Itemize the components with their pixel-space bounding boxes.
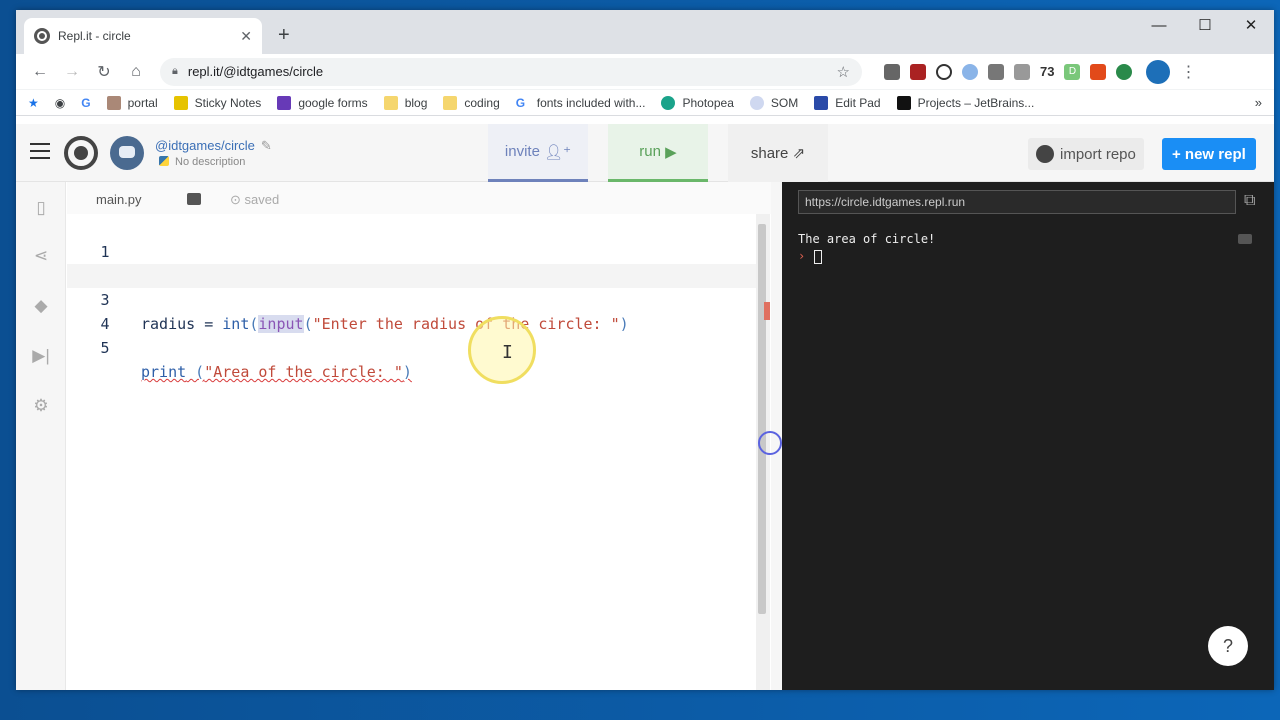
- help-button[interactable]: ?: [1208, 626, 1248, 666]
- extension-icon[interactable]: [988, 63, 1004, 80]
- lock-icon: 🔒︎: [172, 65, 178, 77]
- browser-window: Repl.it - circle ✕ + — ☐ ✕ ← → ↻ ⌂ 🔒︎ re…: [16, 10, 1274, 690]
- scrollbar-thumb[interactable]: [758, 224, 766, 614]
- close-window-icon[interactable]: ✕: [1228, 10, 1274, 42]
- code-line[interactable]: 1 print("The area of circle!"): [67, 216, 756, 285]
- version-control-icon[interactable]: ⋖: [31, 246, 51, 266]
- extension-icon[interactable]: [962, 63, 978, 80]
- new-tab-icon[interactable]: +: [278, 24, 290, 47]
- open-new-tab-icon[interactable]: ⧉: [1244, 192, 1255, 210]
- packages-icon[interactable]: ◆: [31, 296, 51, 316]
- run-button[interactable]: run ▶: [608, 124, 708, 182]
- error-marker: [764, 302, 770, 320]
- back-icon[interactable]: ←: [24, 63, 56, 81]
- drag-handle-indicator[interactable]: [758, 431, 782, 455]
- extension-icon[interactable]: [910, 63, 926, 80]
- file-format-icon[interactable]: [187, 193, 201, 205]
- tab-strip: Repl.it - circle ✕ + — ☐ ✕: [16, 10, 1274, 54]
- text-cursor-icon: I: [502, 342, 513, 363]
- bookmark-star-icon[interactable]: ☆: [837, 63, 850, 81]
- bookmark-folder[interactable]: blog: [383, 95, 427, 110]
- invite-button[interactable]: invite 👤︎⁺: [488, 124, 588, 182]
- bookmark-item[interactable]: Sticky Notes: [173, 95, 261, 110]
- bookmark-item[interactable]: Gfonts included with...: [515, 95, 645, 110]
- new-repl-button[interactable]: + new repl: [1162, 138, 1256, 170]
- code-line[interactable]: 2: [67, 240, 756, 285]
- more-menu-icon[interactable]: ⋮: [1180, 62, 1196, 82]
- profile-avatar[interactable]: [1146, 59, 1171, 84]
- bookmark-google-icon[interactable]: G: [81, 96, 90, 110]
- file-tab[interactable]: main.py: [96, 192, 142, 207]
- extension-icon[interactable]: [1116, 63, 1133, 80]
- left-sidebar: ▯ ⋖ ◆ ▶| ⚙: [16, 182, 66, 690]
- extensions-area: 73 D: [884, 63, 1133, 80]
- bookmarks-bar: ★ ◉ G portal Sticky Notes google forms b…: [16, 90, 1274, 116]
- console-output: The area of circle!: [798, 232, 936, 246]
- extension-count[interactable]: 73: [1040, 64, 1054, 79]
- editor-tabbar: main.py ⊙ saved: [67, 182, 771, 214]
- extension-icon[interactable]: D: [1064, 63, 1081, 80]
- bookmarks-star-icon[interactable]: ★: [28, 96, 39, 110]
- files-icon[interactable]: ▯: [31, 198, 51, 218]
- extension-icon[interactable]: [936, 63, 952, 80]
- python-icon: [159, 156, 169, 166]
- window-controls: — ☐ ✕: [1136, 10, 1274, 42]
- repl-header: @idtgames/circle ✎ No description invite …: [16, 124, 1274, 182]
- replit-logo-icon[interactable]: [64, 136, 98, 170]
- bookmark-item[interactable]: portal: [106, 95, 158, 110]
- reload-icon[interactable]: ↻: [88, 62, 120, 82]
- home-icon[interactable]: ⌂: [120, 63, 152, 81]
- forward-icon[interactable]: →: [56, 63, 88, 81]
- share-button[interactable]: share ⇗: [728, 124, 828, 182]
- bookmark-item[interactable]: Edit Pad: [814, 95, 881, 110]
- code-line[interactable]: 5 print ("Area of the circle: "): [67, 312, 756, 381]
- edit-pencil-icon[interactable]: ✎: [261, 138, 272, 153]
- code-text: print ("Area of the circle: "): [141, 363, 412, 381]
- console-pane[interactable]: https://circle.idtgames.repl.run ⧉ The a…: [782, 182, 1274, 690]
- repl-url-field[interactable]: https://circle.idtgames.repl.run: [798, 190, 1236, 214]
- browser-tab[interactable]: Repl.it - circle ✕: [24, 18, 262, 54]
- github-icon: [1036, 145, 1054, 163]
- console-prompt: ›: [798, 249, 806, 263]
- extension-icon[interactable]: [884, 63, 900, 80]
- user-avatar[interactable]: [110, 136, 144, 170]
- repl-name[interactable]: /circle: [221, 138, 255, 153]
- code-editor[interactable]: 1 print("The area of circle!") 2 3 radiu…: [67, 214, 756, 690]
- bookmark-item[interactable]: google forms: [277, 95, 368, 110]
- minimize-icon[interactable]: —: [1136, 10, 1182, 42]
- clear-console-icon[interactable]: [1238, 234, 1252, 244]
- code-line[interactable]: 3 radius = int(input("Enter the radius o…: [67, 264, 756, 333]
- debugger-icon[interactable]: ▶|: [31, 346, 51, 366]
- tab-close-icon[interactable]: ✕: [240, 28, 252, 45]
- repl-title[interactable]: @idtgames/circle ✎: [155, 138, 272, 154]
- repl-owner[interactable]: @idtgames: [155, 138, 221, 153]
- import-repo-button[interactable]: import repo: [1028, 138, 1144, 170]
- share-icon: ⇗: [792, 145, 806, 162]
- browser-toolbar: ← → ↻ ⌂ 🔒︎ repl.it/@idtgames/circle ☆ 73…: [16, 54, 1274, 90]
- console-caret: [814, 250, 822, 264]
- extension-icon[interactable]: [1014, 63, 1030, 80]
- maximize-icon[interactable]: ☐: [1182, 10, 1228, 42]
- line-number: 5: [100, 339, 110, 357]
- bookmark-item[interactable]: Projects – JetBrains...: [896, 95, 1034, 110]
- address-bar[interactable]: 🔒︎ repl.it/@idtgames/circle ☆: [160, 57, 862, 86]
- settings-gear-icon[interactable]: ⚙: [31, 396, 51, 416]
- office-icon[interactable]: [1090, 63, 1107, 80]
- address-url: repl.it/@idtgames/circle: [187, 64, 324, 79]
- bookmarks-more-icon[interactable]: »: [1255, 95, 1262, 110]
- repl-description[interactable]: No description: [159, 156, 245, 168]
- hamburger-menu-icon[interactable]: [30, 143, 50, 164]
- save-status: ⊙ saved: [230, 192, 280, 207]
- tab-title: Repl.it - circle: [58, 29, 131, 43]
- bookmark-folder[interactable]: coding: [443, 95, 500, 110]
- bookmark-item[interactable]: Photopea: [661, 95, 734, 110]
- code-line[interactable]: 4: [67, 288, 756, 333]
- bookmark-globe-icon[interactable]: ◉: [55, 96, 65, 110]
- bookmark-item[interactable]: SOM: [749, 95, 798, 110]
- add-user-icon: 👤︎⁺: [544, 143, 572, 161]
- play-icon: ▶: [665, 143, 677, 161]
- replit-favicon-icon: [34, 28, 50, 44]
